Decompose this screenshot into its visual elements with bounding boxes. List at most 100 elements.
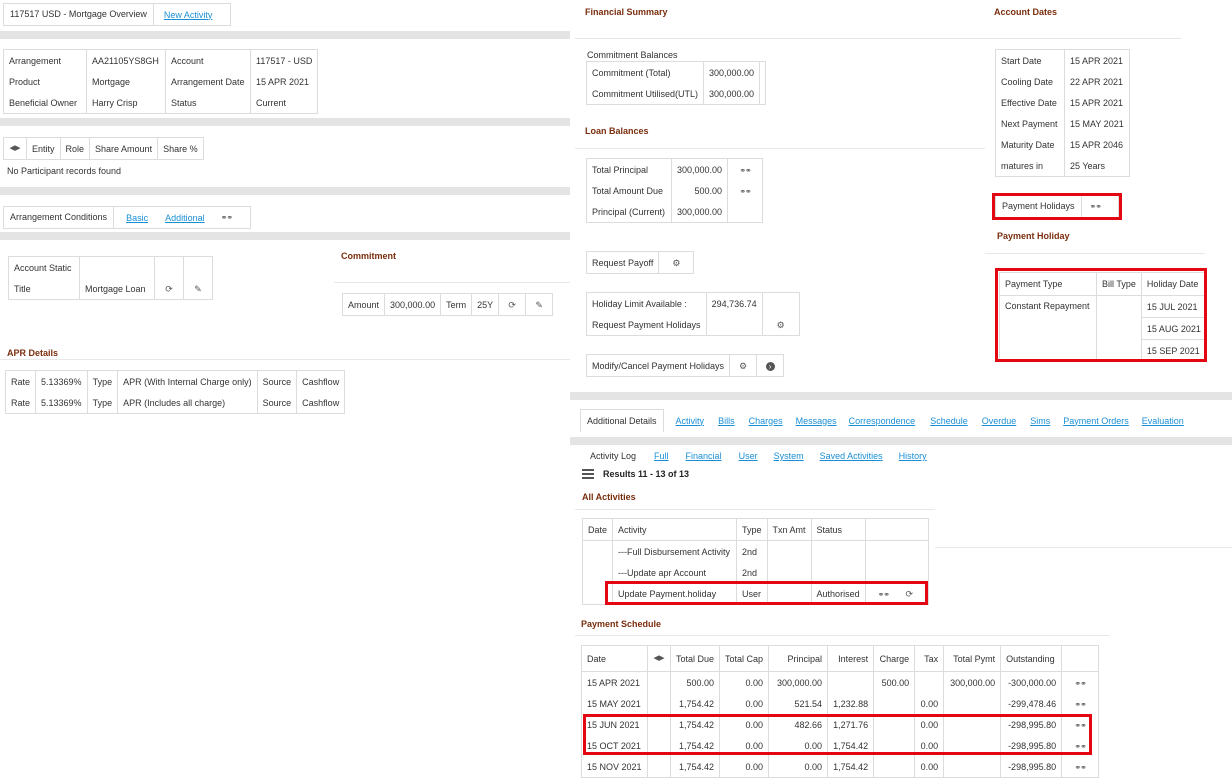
- view-icon[interactable]: ⚭⚭: [1061, 671, 1099, 693]
- source-label: Source: [256, 392, 297, 414]
- divider: [0, 359, 570, 360]
- schedule-cell: 0.00: [719, 714, 769, 735]
- filter-user[interactable]: User: [739, 451, 758, 461]
- entity-header: Entity: [26, 137, 61, 160]
- filter-full[interactable]: Full: [654, 451, 669, 461]
- filter-history[interactable]: History: [899, 451, 927, 461]
- commitment-table: Amount 300,000.00 Term 25Y ⟳ ✎: [342, 293, 554, 316]
- holiday-limit-box: Holiday Limit Available : 294,736.74 Req…: [586, 292, 800, 336]
- tab-sims[interactable]: Sims: [1030, 416, 1050, 426]
- start-date-value: 15 APR 2021: [1064, 49, 1130, 71]
- view-icon[interactable]: ⚭⚭: [727, 180, 763, 201]
- next-icon[interactable]: ›: [756, 354, 784, 377]
- conditions-box: Arrangement Conditions Basic Additional …: [3, 206, 251, 229]
- schedule-cell: [873, 693, 915, 714]
- menu-icon[interactable]: [582, 469, 594, 479]
- divider: [575, 38, 985, 39]
- activity-type: 2nd: [736, 540, 768, 562]
- edit-icon[interactable]: ✎: [183, 278, 213, 300]
- table-row: 15 JUN 2021 1,754.42 0.00 482.66 1,271.76 0.0…: [582, 714, 1099, 735]
- view-icon[interactable]: ⚭⚭: [1061, 756, 1099, 778]
- settings-icon[interactable]: ⚙: [658, 251, 694, 274]
- source-value: Cashflow: [296, 392, 345, 414]
- holiday-date-header: Holiday Date: [1140, 272, 1207, 296]
- table-row: matures in 25 Years: [996, 155, 1130, 177]
- view-icon[interactable]: ⚭⚭: [1061, 714, 1099, 735]
- type-value: APR (With Internal Charge only): [117, 370, 258, 392]
- arrangement-table: Arrangement AA21105YS8GH Account 117517 …: [3, 49, 319, 114]
- reverse-icon[interactable]: ⟳: [906, 589, 914, 599]
- account-static-table: Account Static Title Mortgage Loan ⟳ ✎: [8, 256, 213, 300]
- view-icon[interactable]: ⚭⚭: [1061, 735, 1099, 756]
- activity-log-bar: Activity Log Full Financial User System …: [586, 451, 927, 461]
- table-row: Amount 300,000.00 Term 25Y ⟳ ✎: [343, 293, 553, 316]
- schedule-cell: 482.66: [768, 714, 828, 735]
- schedule-cell: 0.00: [768, 756, 828, 778]
- commitment-balances-label: Commitment Balances: [587, 50, 678, 60]
- product-value: Mortgage: [86, 71, 166, 92]
- no-participants-text: No Participant records found: [7, 166, 122, 176]
- filter-system[interactable]: System: [774, 451, 804, 461]
- table-row: Request Payoff ⚙: [587, 251, 694, 274]
- tab-correspondence[interactable]: Correspondence: [849, 416, 916, 426]
- schedule-cell: 15 OCT 2021: [587, 740, 641, 751]
- view-icon[interactable]: ⚭⚭: [1090, 202, 1102, 211]
- type-value: APR (Includes all charge): [117, 392, 258, 414]
- filter-financial[interactable]: Financial: [686, 451, 722, 461]
- tab-overdue[interactable]: Overdue: [982, 416, 1017, 426]
- commitment-total-label: Commitment (Total): [592, 67, 671, 78]
- edit-icon[interactable]: ✎: [525, 293, 553, 316]
- request-holidays-label: Request Payment Holidays: [592, 319, 701, 330]
- view-icon[interactable]: ⚭⚭: [727, 158, 763, 180]
- schedule-cell: -300,000.00: [1000, 671, 1062, 693]
- rate-label: Rate: [11, 376, 31, 387]
- activity-amount: [766, 540, 812, 562]
- activity-status: [810, 562, 866, 583]
- schedule-cell: -299,478.46: [1000, 693, 1062, 714]
- table-row: Rate 5.13369% Type APR (With Internal Ch…: [6, 370, 345, 392]
- new-activity-link[interactable]: New Activity: [154, 10, 223, 20]
- tab-activity[interactable]: Activity: [676, 416, 705, 426]
- schedule-cell: 1,232.88: [827, 693, 874, 714]
- financial-summary-title: Financial Summary: [585, 7, 668, 17]
- refresh-icon[interactable]: ⟳: [498, 293, 526, 316]
- date-header: Date: [581, 645, 648, 672]
- table-row: Maturity Date 15 APR 2046: [996, 134, 1130, 155]
- schedule-cell: 1,754.42: [669, 714, 720, 735]
- activity-name: ---Update apr Account: [612, 562, 737, 583]
- schedule-cell: [873, 735, 915, 756]
- filter-saved-activities[interactable]: Saved Activities: [820, 451, 883, 461]
- date-header: Date: [582, 518, 613, 541]
- tab-bills[interactable]: Bills: [718, 416, 735, 426]
- settings-icon[interactable]: ⚙: [729, 354, 757, 377]
- modify-holidays-label: Modify/Cancel Payment Holidays: [592, 360, 725, 371]
- payment-holidays-label: Payment Holidays: [996, 196, 1082, 217]
- payment-holidays-button[interactable]: Payment Holidays ⚭⚭: [995, 195, 1119, 218]
- expand-icon[interactable]: ◂▸: [647, 645, 671, 672]
- tab-charges[interactable]: Charges: [749, 416, 783, 426]
- all-activities-title: All Activities: [582, 492, 636, 502]
- view-icon[interactable]: ⚭⚭: [878, 590, 890, 599]
- expand-icon[interactable]: ◂▸: [4, 138, 27, 160]
- tab-schedule[interactable]: Schedule: [930, 416, 968, 426]
- total-amount-due-value: 500.00: [670, 180, 728, 201]
- tab-additional-details[interactable]: Additional Details: [580, 409, 664, 432]
- tab-evaluation[interactable]: Evaluation: [1142, 416, 1184, 426]
- status-header: Status: [810, 518, 866, 541]
- table-row: Start Date 15 APR 2021: [996, 49, 1130, 71]
- divider: [334, 282, 570, 283]
- table-row: Title Mortgage Loan ⟳ ✎: [9, 278, 213, 300]
- table-row: ---Full Disbursement Activity 2nd: [583, 540, 929, 562]
- view-icon[interactable]: ⚭⚭: [221, 213, 233, 222]
- settings-icon[interactable]: ⚙: [761, 314, 800, 336]
- refresh-icon[interactable]: ⟳: [154, 278, 184, 300]
- commitment-utilised-label: Commitment Utilised(UTL): [592, 88, 699, 99]
- table-row: Arrangement AA21105YS8GH Account 117517 …: [4, 49, 318, 71]
- view-icon[interactable]: ⚭⚭: [1061, 693, 1099, 714]
- tab-payment-orders[interactable]: Payment Orders: [1063, 416, 1129, 426]
- tab-messages[interactable]: Messages: [796, 416, 837, 426]
- basic-link[interactable]: Basic: [126, 213, 148, 223]
- additional-link[interactable]: Additional: [165, 213, 205, 223]
- page-title: 117517 USD - Mortgage Overview: [4, 4, 154, 25]
- table-row: Cooling Date 22 APR 2021: [996, 71, 1130, 92]
